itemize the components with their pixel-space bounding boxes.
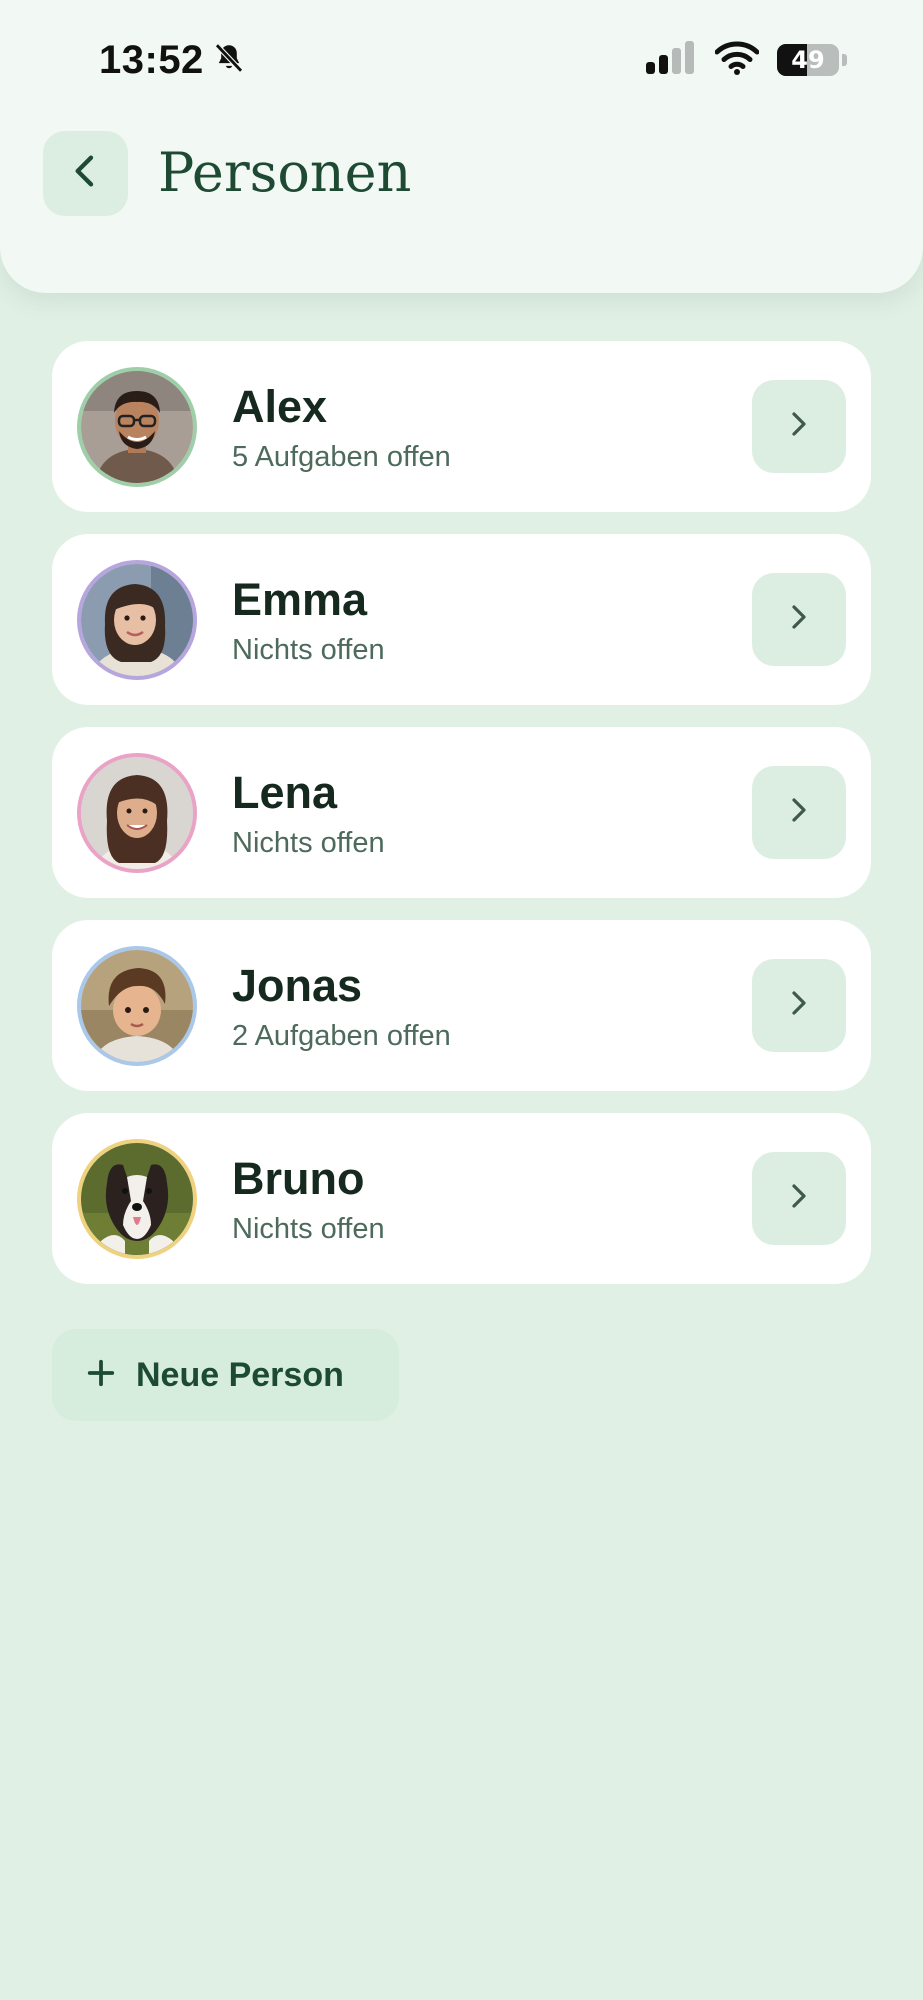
page-title: Personen: [158, 141, 412, 204]
person-name: Emma: [232, 574, 368, 625]
open-person-button[interactable]: [752, 380, 846, 473]
open-person-button[interactable]: [752, 766, 846, 859]
cellular-signal-icon: [645, 40, 697, 81]
chevron-right-icon: [784, 795, 814, 830]
person-name: Lena: [232, 767, 338, 818]
header: 13:52 49 Personen: [0, 0, 923, 293]
add-person-label: Neue Person: [136, 1355, 344, 1394]
person-status: 5 Aufgaben offen: [232, 441, 451, 473]
chevron-right-icon: [784, 1181, 814, 1216]
person-status: Nichts offen: [232, 1213, 385, 1245]
person-name: Jonas: [232, 960, 363, 1011]
status-bar: 13:52 49: [0, 0, 923, 120]
bell-slash-icon: [212, 41, 246, 80]
person-status: Nichts offen: [232, 827, 385, 859]
avatar: [77, 1139, 197, 1259]
battery-icon: 49: [777, 44, 839, 76]
avatar: [77, 946, 197, 1066]
open-person-button[interactable]: [752, 959, 846, 1052]
back-button[interactable]: [43, 131, 128, 216]
open-person-button[interactable]: [752, 573, 846, 666]
wifi-icon: [714, 41, 760, 80]
people-screen: 13:52 49 Personen Alex 5 Aufgaben offen …: [0, 0, 923, 2000]
battery-level: 49: [791, 46, 825, 74]
chevron-left-icon: [66, 151, 106, 196]
person-name: Bruno: [232, 1153, 365, 1204]
person-row-alex[interactable]: Alex 5 Aufgaben offen: [52, 341, 871, 512]
open-person-button[interactable]: [752, 1152, 846, 1245]
chevron-right-icon: [784, 988, 814, 1023]
chevron-right-icon: [784, 409, 814, 444]
person-row-emma[interactable]: Emma Nichts offen: [52, 534, 871, 705]
avatar: [77, 367, 197, 487]
plus-icon: [86, 1358, 116, 1393]
person-status: 2 Aufgaben offen: [232, 1020, 451, 1052]
avatar: [77, 753, 197, 873]
person-status: Nichts offen: [232, 634, 385, 666]
chevron-right-icon: [784, 602, 814, 637]
person-name: Alex: [232, 381, 328, 432]
status-time: 13:52: [99, 37, 204, 82]
add-person-button[interactable]: Neue Person: [52, 1329, 399, 1421]
person-row-jonas[interactable]: Jonas 2 Aufgaben offen: [52, 920, 871, 1091]
person-list: Alex 5 Aufgaben offen Emma Nichts offen …: [52, 341, 871, 1306]
avatar: [77, 560, 197, 680]
person-row-lena[interactable]: Lena Nichts offen: [52, 727, 871, 898]
person-row-bruno[interactable]: Bruno Nichts offen: [52, 1113, 871, 1284]
